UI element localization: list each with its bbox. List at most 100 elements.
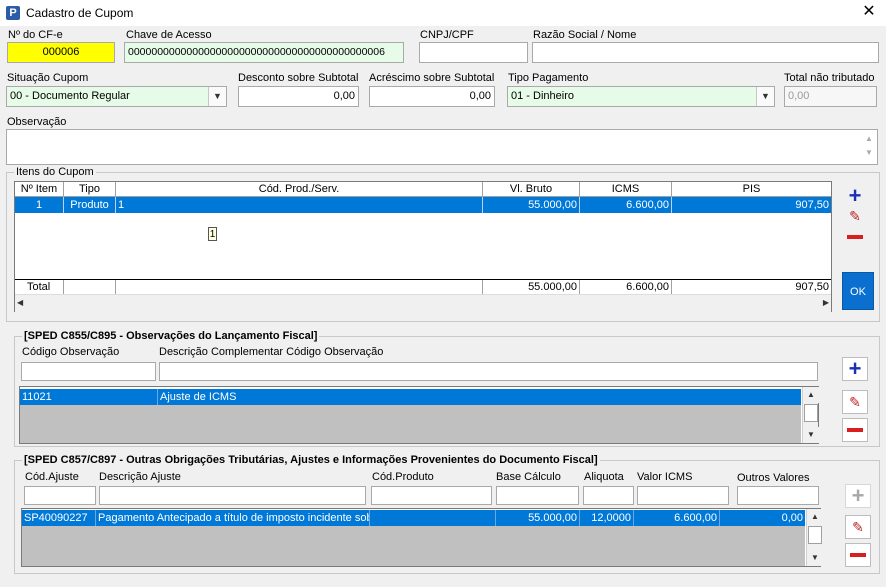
chave-acesso-field[interactable]: 0000000000000000000000000000000000000000… <box>124 42 404 63</box>
aliquota-field[interactable] <box>583 486 634 505</box>
desconto-label: Desconto sobre Subtotal <box>238 72 359 84</box>
cnpj-label: CNPJ/CPF <box>420 29 474 41</box>
razao-label: Razão Social / Nome <box>533 29 637 41</box>
scroll-up-icon[interactable]: ▲ <box>863 132 875 146</box>
observacao-textarea[interactable]: ▲ ▼ <box>6 129 878 165</box>
col-header[interactable]: ICMS <box>580 182 672 197</box>
cfe-number-field[interactable]: 000006 <box>7 42 115 63</box>
cell-tipo: Produto <box>64 197 116 213</box>
cell-cod: 1 <box>116 197 483 213</box>
col-header[interactable]: Tipo <box>64 182 116 197</box>
scroll-right-icon[interactable]: ▶ <box>817 295 829 311</box>
codigo-obs-field[interactable] <box>21 362 156 381</box>
remove-ajuste-button[interactable] <box>845 543 871 567</box>
valor-icms-label: Valor ICMS <box>637 471 693 483</box>
total-nao-tributado-field[interactable]: 0,00 <box>784 86 877 107</box>
col-header[interactable]: Cód. Prod./Serv. <box>116 182 483 197</box>
desc-obs-label: Descrição Complementar Código Observação <box>159 346 384 358</box>
table-row[interactable]: 11021 Ajuste de ICMS <box>20 389 801 405</box>
scroll-up-icon[interactable]: ▲ <box>807 509 823 525</box>
total-cell-empty <box>64 280 116 294</box>
remove-obs-button[interactable] <box>842 418 868 442</box>
aliquota-label: Aliquota <box>584 471 624 483</box>
acrescimo-field[interactable]: 0,00 <box>369 86 495 107</box>
scroll-down-icon[interactable]: ▼ <box>863 146 875 160</box>
c855-grid[interactable]: 11021 Ajuste de ICMS ▲ ▼ <box>19 386 819 444</box>
cod-produto-label: Cód.Produto <box>372 471 434 483</box>
table-row[interactable]: SP40090227 Pagamento Antecipado a título… <box>22 510 805 526</box>
desc-ajuste-label: Descrição Ajuste <box>99 471 181 483</box>
add-ajuste-button[interactable]: + <box>845 484 871 508</box>
base-calculo-field[interactable] <box>496 486 579 505</box>
cnpj-field[interactable] <box>419 42 528 63</box>
col-header[interactable]: Nº Item <box>15 182 64 197</box>
remove-item-button[interactable] <box>845 231 865 245</box>
tipo-pag-value: 01 - Dinheiro <box>511 90 574 102</box>
pencil-icon: ✎ <box>852 519 864 535</box>
table-row[interactable]: 1 Produto 1 55.000,00 6.600,00 907,50 <box>15 197 831 213</box>
cod-ajuste-field[interactable] <box>24 486 96 505</box>
cell-pis: 907,50 <box>795 199 829 211</box>
cell-codigo: 11021 <box>20 389 158 405</box>
cell-base-calculo: 55.000,00 <box>496 510 580 526</box>
plus-icon: + <box>848 356 862 381</box>
scroll-down-icon[interactable]: ▼ <box>807 550 823 566</box>
situacao-value: 00 - Documento Regular <box>10 90 130 102</box>
total-label: Total <box>15 280 64 294</box>
minus-icon <box>850 553 866 558</box>
cell-vl-bruto: 55.000,00 <box>483 197 580 213</box>
desconto-field[interactable]: 0,00 <box>238 86 359 107</box>
situacao-label: Situação Cupom <box>7 72 89 84</box>
scroll-left-icon[interactable]: ◀ <box>17 295 29 311</box>
add-obs-button[interactable]: + <box>842 357 868 381</box>
plus-icon: + <box>848 183 862 208</box>
plus-icon: + <box>851 483 865 508</box>
chevron-down-icon[interactable]: ▼ <box>756 87 774 106</box>
total-row: Total 55.000,00 6.600,00 907,50 <box>15 280 831 294</box>
cell-item: 1 <box>15 197 64 213</box>
razao-social-field[interactable] <box>532 42 879 63</box>
edit-ajuste-button[interactable]: ✎ <box>845 515 871 539</box>
c857-group-title: [SPED C857/C897 - Outras Obrigações Trib… <box>22 454 600 466</box>
total-pis: 907,50 <box>795 281 829 293</box>
minus-icon <box>847 428 863 433</box>
cell-aliquota: 12,0000 <box>580 510 634 526</box>
pencil-icon: ✎ <box>849 394 861 410</box>
valor-icms-field[interactable] <box>637 486 729 505</box>
add-item-button[interactable]: + <box>845 185 865 207</box>
close-icon[interactable]: ✕ <box>860 3 878 21</box>
c857-grid[interactable]: SP40090227 Pagamento Antecipado a título… <box>21 508 823 567</box>
ok-button[interactable]: OK <box>842 272 874 310</box>
edit-item-button[interactable]: ✎ <box>845 208 865 225</box>
scroll-thumb[interactable] <box>804 404 818 422</box>
cod-ajuste-label: Cód.Ajuste <box>25 471 79 483</box>
tipo-pag-label: Tipo Pagamento <box>508 72 589 84</box>
obs-label: Observação <box>7 116 67 128</box>
outros-valores-field[interactable] <box>737 486 819 505</box>
col-header[interactable]: Vl. Bruto <box>483 182 580 197</box>
chevron-down-icon[interactable]: ▼ <box>208 87 226 106</box>
obs-scrollbar[interactable]: ▲ ▼ <box>863 132 875 162</box>
scroll-up-icon[interactable]: ▲ <box>803 387 819 403</box>
itens-grid[interactable]: Nº Item Tipo Cód. Prod./Serv. Vl. Bruto … <box>14 181 832 312</box>
edit-obs-button[interactable]: ✎ <box>842 390 868 414</box>
base-calculo-label: Base Cálculo <box>496 471 561 483</box>
chave-label: Chave de Acesso <box>126 29 212 41</box>
cell-descricao: Ajuste de ICMS <box>160 391 237 403</box>
acrescimo-label: Acréscimo sobre Subtotal <box>369 72 495 84</box>
scroll-thumb[interactable] <box>808 526 822 544</box>
vertical-scrollbar[interactable]: ▲ ▼ <box>802 387 819 443</box>
horizontal-scrollbar[interactable]: ◀ ▶ <box>15 294 831 312</box>
total-nt-label: Total não tributado <box>784 72 875 84</box>
tipo-pagamento-select[interactable]: 01 - Dinheiro ▼ <box>507 86 775 107</box>
total-icms: 6.600,00 <box>580 280 672 294</box>
desc-ajuste-field[interactable] <box>99 486 366 505</box>
codigo-obs-label: Código Observação <box>22 346 120 358</box>
c855-group-title: [SPED C855/C895 - Observações do Lançame… <box>22 330 320 342</box>
cod-produto-field[interactable] <box>371 486 492 505</box>
situacao-select[interactable]: 00 - Documento Regular ▼ <box>6 86 227 107</box>
col-header[interactable]: PIS <box>672 182 831 197</box>
scroll-down-icon[interactable]: ▼ <box>803 427 819 443</box>
desc-obs-field[interactable] <box>159 362 818 381</box>
vertical-scrollbar[interactable]: ▲ ▼ <box>806 509 823 566</box>
